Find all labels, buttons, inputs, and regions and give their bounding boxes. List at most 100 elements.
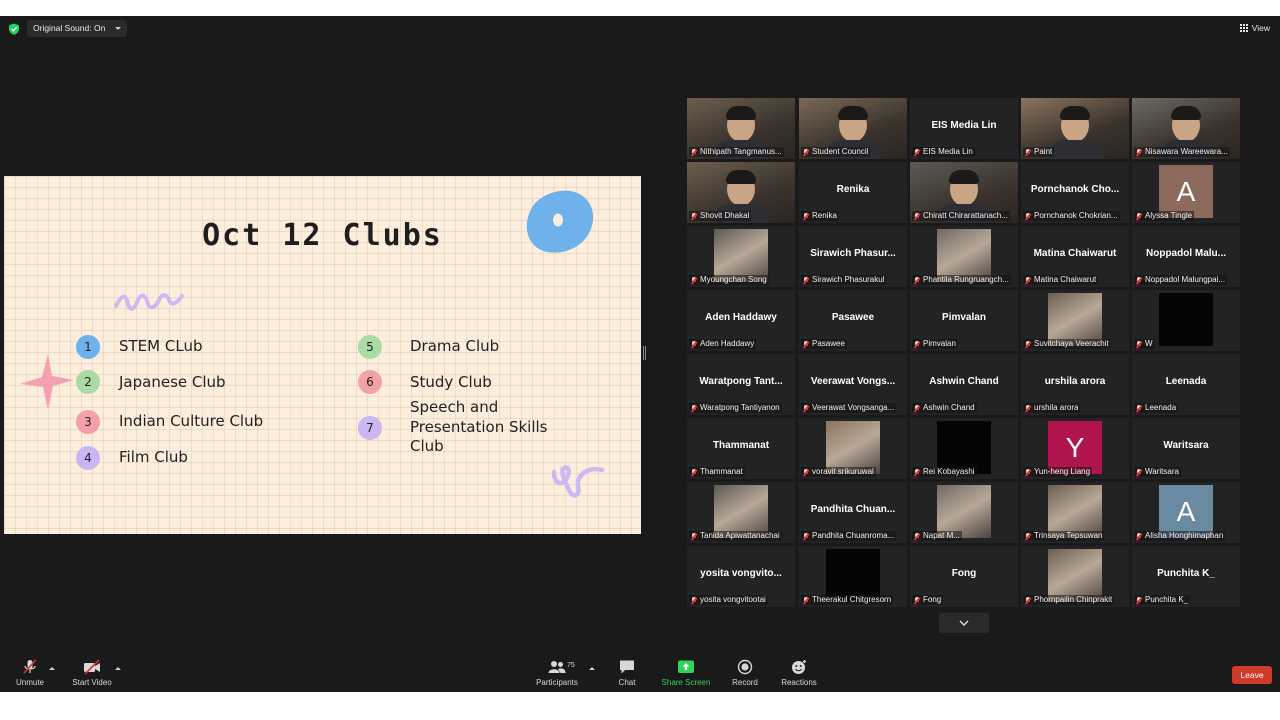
participant-tile[interactable]: Sirawich Phasur... Sirawich Phasurakul (799, 226, 907, 287)
participant-tile[interactable]: Trinsaya Tepsuwan (1021, 482, 1129, 543)
participant-name-label: Alisha Honghimaphan (1134, 531, 1226, 541)
microphone-muted-icon (691, 468, 697, 476)
participant-tile[interactable]: Napat M... (910, 482, 1018, 543)
participant-name: Ashwin Chand (923, 403, 975, 412)
participant-tile[interactable]: Thammanat Thammanat (687, 418, 795, 479)
unmute-button[interactable]: Unmute (12, 659, 48, 687)
microphone-muted-icon (1025, 276, 1031, 284)
participant-tile[interactable]: Ashwin Chand Ashwin Chand (910, 354, 1018, 415)
participant-name: Rei Kobayashi (923, 467, 975, 476)
participant-tile[interactable]: Chiratt Chirarattanach... (910, 162, 1018, 223)
chat-button[interactable]: Chat (612, 659, 642, 687)
participant-tile[interactable]: Veerawat Vongs... Veerawat Vongsanga... (799, 354, 907, 415)
participant-tile[interactable]: Leenada Leenada (1132, 354, 1240, 415)
participant-name: Phantila Rungruangch... (923, 275, 1009, 284)
original-sound-button[interactable]: Original Sound: On (27, 20, 128, 37)
grid-view-icon (1239, 24, 1248, 32)
participant-tile[interactable]: Rei Kobayashi (910, 418, 1018, 479)
start-video-button[interactable]: Start Video (70, 659, 114, 687)
participant-hair (1060, 106, 1090, 120)
participant-tile[interactable]: A Alisha Honghimaphan (1132, 482, 1240, 543)
participant-name-label: Aden Haddawy (689, 339, 757, 349)
reactions-smiley-icon (792, 660, 806, 674)
microphone-muted-icon (1136, 468, 1142, 476)
microphone-muted-icon (1025, 340, 1031, 348)
participant-name-label: Pimvalan (912, 339, 958, 349)
participant-tile[interactable]: Student Council (799, 98, 907, 159)
share-screen-icon (678, 660, 694, 673)
participant-tile[interactable]: Phornpailin Chinprakit (1021, 546, 1129, 607)
participants-label: Participants (536, 678, 578, 687)
microphone-muted-icon (1025, 532, 1031, 540)
participant-tile[interactable]: urshila arora urshila arora (1021, 354, 1129, 415)
participant-name-label: W (1134, 339, 1155, 349)
participant-tile[interactable]: voravit srikuruwal (799, 418, 907, 479)
audio-options-chevron-icon[interactable] (49, 667, 55, 670)
participant-tile[interactable]: Fong Fong (910, 546, 1018, 607)
participant-tile[interactable]: W (1132, 290, 1240, 351)
microphone-muted-icon (1136, 212, 1142, 220)
participant-name-label: Pornchanok Chokrian... (1023, 211, 1120, 221)
microphone-muted-icon (691, 340, 697, 348)
participant-tile[interactable]: Nisawara Wareewara... (1132, 98, 1240, 159)
participant-name: Pornchanok Chokrian... (1034, 211, 1118, 220)
participant-display-name: yosita vongvito... (700, 568, 782, 579)
record-button[interactable]: Record (729, 659, 761, 687)
participant-tile[interactable]: Theerakul Chitgresorn (799, 546, 907, 607)
participant-tile[interactable]: Suvitchaya Veerachit (1021, 290, 1129, 351)
participant-tile[interactable]: Phantila Rungruangch... (910, 226, 1018, 287)
reactions-button[interactable]: Reactions (779, 659, 819, 687)
participant-name: Yun-heng Liang (1034, 467, 1091, 476)
participant-tile[interactable]: Punchita K_ Punchita K_ (1132, 546, 1240, 607)
participant-tile[interactable]: yosita vongvito... yosita vongvitootai (687, 546, 795, 607)
participant-display-name: Ashwin Chand (929, 376, 999, 387)
participant-tile[interactable]: Waritsara Waritsara (1132, 418, 1240, 479)
zoom-meeting-window: Original Sound: On View Oct 12 Clubs 1 S… (0, 16, 1280, 692)
participant-name: Chiratt Chirarattanach... (923, 211, 1008, 220)
split-view-resize-handle[interactable] (643, 346, 646, 360)
gallery-next-page-button[interactable] (939, 613, 989, 633)
participant-tile[interactable]: Tanida Apiwattanachai (687, 482, 795, 543)
participant-name-label: Suvitchaya Veerachit (1023, 339, 1111, 349)
club-item-5: 5 (358, 335, 382, 359)
participant-tile[interactable]: Paint (1021, 98, 1129, 159)
participant-tile[interactable]: Pandhita Chuan... Pandhita Chuanroma... (799, 482, 907, 543)
participant-name: Nithipath Tangmanus... (700, 147, 782, 156)
chat-bubble-icon (620, 660, 634, 674)
view-button[interactable]: View (1239, 23, 1270, 33)
participant-tile[interactable]: Myoungchan Song (687, 226, 795, 287)
participant-name-label: urshila arora (1023, 403, 1081, 413)
participant-tile[interactable]: Pimvalan Pimvalan (910, 290, 1018, 351)
microphone-muted-icon (691, 148, 697, 156)
reactions-label: Reactions (781, 678, 817, 687)
security-shield-icon[interactable] (8, 23, 20, 35)
participants-options-chevron-icon[interactable] (589, 667, 595, 670)
participant-name: Tanida Apiwattanachai (700, 531, 780, 540)
participant-tile[interactable]: Matina Chaiwarut Matina Chaiwarut (1021, 226, 1129, 287)
participant-tile[interactable]: Nithipath Tangmanus... (687, 98, 795, 159)
participants-count: 75 (567, 662, 575, 669)
participant-tile[interactable]: Waratpong Tant... Waratpong Tantiyanon (687, 354, 795, 415)
participant-tile[interactable]: Shovit Dhakal (687, 162, 795, 223)
participant-name-label: Sirawich Phasurakul (801, 275, 887, 285)
participant-tile[interactable]: Pasawee Pasawee (799, 290, 907, 351)
participant-tile[interactable]: Renika Renika (799, 162, 907, 223)
participant-name-label: Theerakul Chitgresorn (801, 595, 894, 605)
video-options-chevron-icon[interactable] (115, 667, 121, 670)
participant-tile[interactable]: EIS Media Lin EIS Media Lin (910, 98, 1018, 159)
participant-name-label: Alyssa Tingle (1134, 211, 1195, 221)
share-screen-button[interactable]: Share Screen (659, 659, 713, 687)
microphone-muted-icon (1136, 340, 1142, 348)
participant-tile[interactable]: A Alyssa Tingle (1132, 162, 1240, 223)
club-item-1: 1 (76, 335, 100, 359)
participant-tile[interactable]: Pornchanok Cho... Pornchanok Chokrian... (1021, 162, 1129, 223)
microphone-muted-icon (1136, 148, 1142, 156)
microphone-muted-icon (691, 276, 697, 284)
microphone-muted-icon (691, 596, 697, 604)
microphone-muted-icon (803, 404, 809, 412)
participant-tile[interactable]: Aden Haddawy Aden Haddawy (687, 290, 795, 351)
participant-name: Aden Haddawy (700, 339, 755, 348)
participant-tile[interactable]: Noppadol Malu... Noppadol Malungpai... (1132, 226, 1240, 287)
leave-meeting-button[interactable]: Leave (1232, 666, 1272, 684)
participant-tile[interactable]: Y Yun-heng Liang (1021, 418, 1129, 479)
